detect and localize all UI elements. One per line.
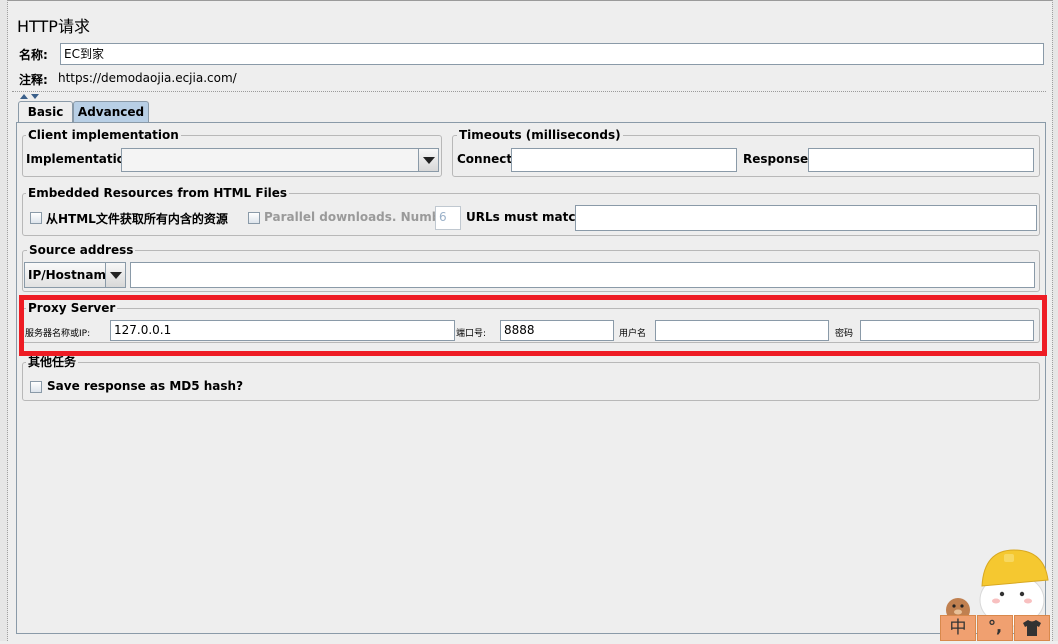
collapse-arrows-icon[interactable] xyxy=(19,89,41,99)
chevron-down-icon xyxy=(422,156,435,164)
urls-must-match-input[interactable] xyxy=(575,205,1037,231)
split-divider[interactable] xyxy=(12,91,1046,92)
chevron-down-icon xyxy=(109,271,122,279)
retrieve-resources-checkbox[interactable] xyxy=(30,212,42,224)
timeouts-title: Timeouts (milliseconds) xyxy=(457,128,623,142)
panel-title: HTTP请求 xyxy=(17,17,90,36)
window-right-edge xyxy=(1052,0,1058,641)
parallel-downloads-checkbox[interactable] xyxy=(248,212,260,224)
highlight-annotation xyxy=(19,295,1047,356)
source-address-title: Source address xyxy=(27,243,136,257)
shirt-icon xyxy=(1023,620,1041,636)
response-timeout-input[interactable] xyxy=(808,148,1034,172)
md5-hash-checkbox[interactable] xyxy=(30,381,42,393)
parallel-downloads-label: Parallel downloads. Number: xyxy=(264,210,460,224)
other-tasks-title: 其他任务 xyxy=(26,355,79,369)
parallel-number-input[interactable]: 6 xyxy=(435,206,461,230)
source-address-input[interactable] xyxy=(130,262,1035,288)
connect-timeout-input[interactable] xyxy=(511,148,737,172)
ime-skin-button[interactable] xyxy=(1014,615,1050,641)
name-field[interactable]: EC到家 xyxy=(60,43,1044,65)
tab-basic[interactable]: Basic xyxy=(18,101,73,123)
comment-field[interactable]: https://demodaojia.ecjia.com/ xyxy=(58,71,237,85)
client-implementation-title: Client implementation xyxy=(26,128,181,142)
source-type-dropdown-button[interactable] xyxy=(105,262,126,288)
retrieve-resources-label: 从HTML文件获取所有内含的资源 xyxy=(46,212,228,226)
embedded-resources-title: Embedded Resources from HTML Files xyxy=(26,186,290,200)
implementation-dropdown-button[interactable] xyxy=(418,148,439,172)
implementation-select[interactable] xyxy=(121,148,419,172)
source-type-select[interactable]: IP/Hostname xyxy=(24,262,106,288)
urls-must-match-label: URLs must match: xyxy=(466,210,589,224)
md5-hash-label: Save response as MD5 hash? xyxy=(47,379,244,393)
response-label: Response: xyxy=(743,152,813,166)
tab-advanced[interactable]: Advanced xyxy=(73,101,149,123)
connect-label: Connect: xyxy=(457,152,517,166)
name-label: 名称: xyxy=(19,48,48,62)
window-left-edge xyxy=(0,0,8,641)
ime-punctuation-toggle[interactable]: °, xyxy=(977,615,1013,641)
comment-label: 注释: xyxy=(19,73,48,87)
ime-language-toggle[interactable]: 中 xyxy=(940,615,976,641)
